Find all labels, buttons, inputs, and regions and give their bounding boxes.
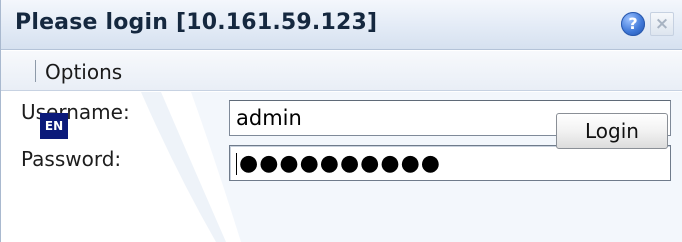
title-bar[interactable]: Please login [10.161.59.123] ? × xyxy=(1,0,682,50)
login-form: Username: admin Password: ●●●●●●●●●● EN … xyxy=(1,92,682,242)
help-icon[interactable]: ? xyxy=(621,12,645,36)
login-button[interactable]: Login xyxy=(556,113,668,149)
menu-bar: Options xyxy=(1,51,682,91)
text-cursor xyxy=(236,153,237,175)
menu-separator xyxy=(35,60,36,82)
language-en-icon[interactable]: EN xyxy=(40,113,68,139)
dialog-title: Please login [10.161.59.123] xyxy=(15,10,378,35)
password-field[interactable]: ●●●●●●●●●● xyxy=(229,145,671,181)
menu-item-options[interactable]: Options xyxy=(45,60,122,84)
password-value: ●●●●●●●●●● xyxy=(239,151,441,176)
username-label: Username: xyxy=(21,100,130,124)
username-value: admin xyxy=(236,106,302,130)
login-dialog: Please login [10.161.59.123] ? × Options… xyxy=(0,0,682,242)
password-label: Password: xyxy=(21,147,122,171)
close-icon[interactable]: × xyxy=(650,12,674,36)
